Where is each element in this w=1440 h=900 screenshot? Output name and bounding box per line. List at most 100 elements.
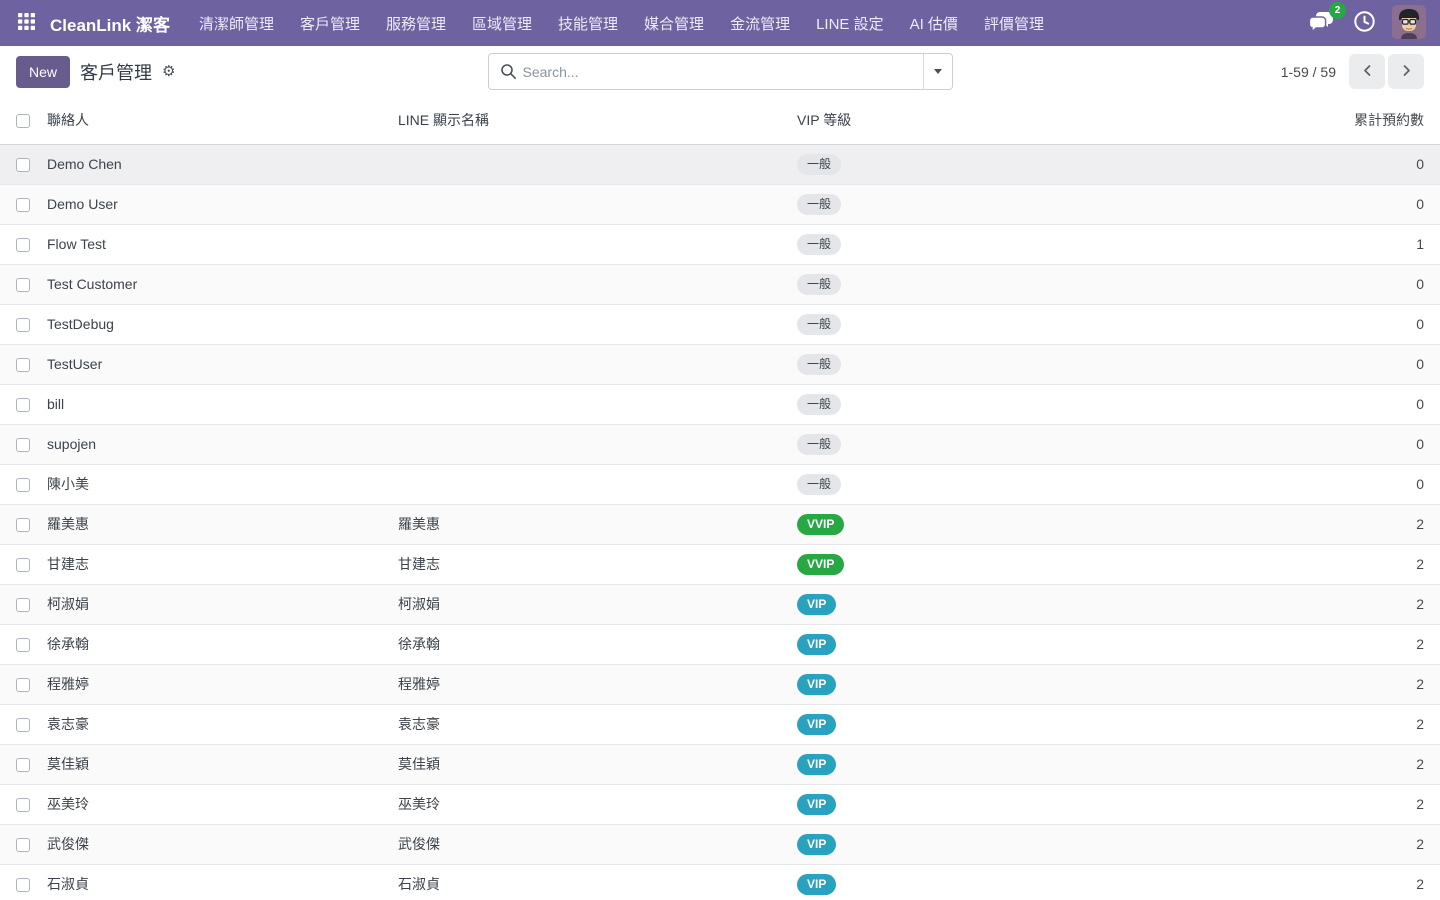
contact-cell[interactable]: 陳小美 (47, 464, 398, 504)
line-name-cell[interactable] (398, 144, 797, 184)
row-checkbox[interactable] (16, 598, 30, 612)
bookings-cell[interactable]: 2 (1153, 504, 1440, 544)
contact-cell[interactable]: 石淑貞 (47, 864, 398, 900)
line-name-cell[interactable] (398, 264, 797, 304)
contact-cell[interactable]: 柯淑娟 (47, 584, 398, 624)
new-record-button[interactable]: New (16, 56, 70, 88)
table-row[interactable]: bill 一般 0 (0, 384, 1440, 424)
nav-menu-item-0[interactable]: 清潔師管理 (186, 0, 287, 46)
contact-cell[interactable]: Demo Chen (47, 144, 398, 184)
contact-cell[interactable]: TestUser (47, 344, 398, 384)
row-checkbox[interactable] (16, 638, 30, 652)
bookings-cell[interactable]: 2 (1153, 784, 1440, 824)
bookings-cell[interactable]: 2 (1153, 544, 1440, 584)
contact-cell[interactable]: 徐承翰 (47, 624, 398, 664)
gear-icon[interactable]: ⚙ (162, 64, 175, 79)
table-row[interactable]: 莫佳穎 莫佳穎 VIP 2 (0, 744, 1440, 784)
nav-menu-item-1[interactable]: 客戶管理 (287, 0, 373, 46)
line-name-cell[interactable] (398, 384, 797, 424)
table-row[interactable]: Demo User 一般 0 (0, 184, 1440, 224)
vip-cell[interactable]: VIP (797, 824, 1153, 864)
table-row[interactable]: Test Customer 一般 0 (0, 264, 1440, 304)
contact-cell[interactable]: 莫佳穎 (47, 744, 398, 784)
row-checkbox[interactable] (16, 398, 30, 412)
table-row[interactable]: 巫美玲 巫美玲 VIP 2 (0, 784, 1440, 824)
table-row[interactable]: TestUser 一般 0 (0, 344, 1440, 384)
nav-menu-item-2[interactable]: 服務管理 (373, 0, 459, 46)
vip-cell[interactable]: 一般 (797, 304, 1153, 344)
vip-cell[interactable]: VIP (797, 624, 1153, 664)
bookings-cell[interactable]: 0 (1153, 144, 1440, 184)
row-checkbox[interactable] (16, 358, 30, 372)
table-row[interactable]: 石淑貞 石淑貞 VIP 2 (0, 864, 1440, 900)
header-line-name[interactable]: LINE 顯示名稱 (398, 97, 797, 144)
pager-previous-button[interactable] (1349, 54, 1385, 89)
row-checkbox[interactable] (16, 758, 30, 772)
table-row[interactable]: Demo Chen 一般 0 (0, 144, 1440, 184)
apps-menu-button[interactable] (6, 0, 46, 46)
line-name-cell[interactable]: 程雅婷 (398, 664, 797, 704)
nav-menu-item-8[interactable]: AI 估價 (897, 0, 971, 46)
line-name-cell[interactable]: 石淑貞 (398, 864, 797, 900)
line-name-cell[interactable] (398, 224, 797, 264)
vip-cell[interactable]: VIP (797, 664, 1153, 704)
contact-cell[interactable]: TestDebug (47, 304, 398, 344)
vip-cell[interactable]: 一般 (797, 184, 1153, 224)
user-avatar[interactable] (1392, 5, 1426, 42)
line-name-cell[interactable]: 柯淑娟 (398, 584, 797, 624)
nav-menu-item-5[interactable]: 媒合管理 (631, 0, 717, 46)
line-name-cell[interactable] (398, 304, 797, 344)
table-row[interactable]: 程雅婷 程雅婷 VIP 2 (0, 664, 1440, 704)
brand-title[interactable]: CleanLink 潔客 (50, 11, 170, 36)
table-row[interactable]: 柯淑娟 柯淑娟 VIP 2 (0, 584, 1440, 624)
table-row[interactable]: 陳小美 一般 0 (0, 464, 1440, 504)
contact-cell[interactable]: bill (47, 384, 398, 424)
bookings-cell[interactable]: 0 (1153, 184, 1440, 224)
row-checkbox[interactable] (16, 798, 30, 812)
table-row[interactable]: 武俊傑 武俊傑 VIP 2 (0, 824, 1440, 864)
vip-cell[interactable]: VIP (797, 584, 1153, 624)
table-row[interactable]: supojen 一般 0 (0, 424, 1440, 464)
row-checkbox[interactable] (16, 198, 30, 212)
select-all-checkbox[interactable] (16, 114, 30, 128)
table-row[interactable]: 甘建志 甘建志 VVIP 2 (0, 544, 1440, 584)
vip-cell[interactable]: 一般 (797, 264, 1153, 304)
bookings-cell[interactable]: 0 (1153, 464, 1440, 504)
table-row[interactable]: 羅美惠 羅美惠 VVIP 2 (0, 504, 1440, 544)
row-checkbox[interactable] (16, 558, 30, 572)
line-name-cell[interactable]: 武俊傑 (398, 824, 797, 864)
bookings-cell[interactable]: 2 (1153, 584, 1440, 624)
table-row[interactable]: 袁志豪 袁志豪 VIP 2 (0, 704, 1440, 744)
vip-cell[interactable]: VVIP (797, 504, 1153, 544)
vip-cell[interactable]: 一般 (797, 344, 1153, 384)
contact-cell[interactable]: Demo User (47, 184, 398, 224)
vip-cell[interactable]: 一般 (797, 144, 1153, 184)
bookings-cell[interactable]: 2 (1153, 864, 1440, 900)
contact-cell[interactable]: 巫美玲 (47, 784, 398, 824)
row-checkbox[interactable] (16, 878, 30, 892)
bookings-cell[interactable]: 2 (1153, 704, 1440, 744)
contact-cell[interactable]: supojen (47, 424, 398, 464)
row-checkbox[interactable] (16, 158, 30, 172)
vip-cell[interactable]: 一般 (797, 384, 1153, 424)
bookings-cell[interactable]: 0 (1153, 384, 1440, 424)
bookings-cell[interactable]: 0 (1153, 424, 1440, 464)
row-checkbox[interactable] (16, 318, 30, 332)
row-checkbox[interactable] (16, 478, 30, 492)
row-checkbox[interactable] (16, 838, 30, 852)
bookings-cell[interactable]: 1 (1153, 224, 1440, 264)
nav-menu-item-9[interactable]: 評價管理 (971, 0, 1057, 46)
row-checkbox[interactable] (16, 438, 30, 452)
vip-cell[interactable]: 一般 (797, 224, 1153, 264)
row-checkbox[interactable] (16, 238, 30, 252)
line-name-cell[interactable] (398, 424, 797, 464)
table-row[interactable]: TestDebug 一般 0 (0, 304, 1440, 344)
bookings-cell[interactable]: 2 (1153, 824, 1440, 864)
row-checkbox[interactable] (16, 678, 30, 692)
line-name-cell[interactable]: 巫美玲 (398, 784, 797, 824)
header-contact[interactable]: 聯絡人 (47, 97, 398, 144)
line-name-cell[interactable]: 莫佳穎 (398, 744, 797, 784)
row-checkbox[interactable] (16, 278, 30, 292)
nav-menu-item-6[interactable]: 金流管理 (717, 0, 803, 46)
line-name-cell[interactable] (398, 184, 797, 224)
